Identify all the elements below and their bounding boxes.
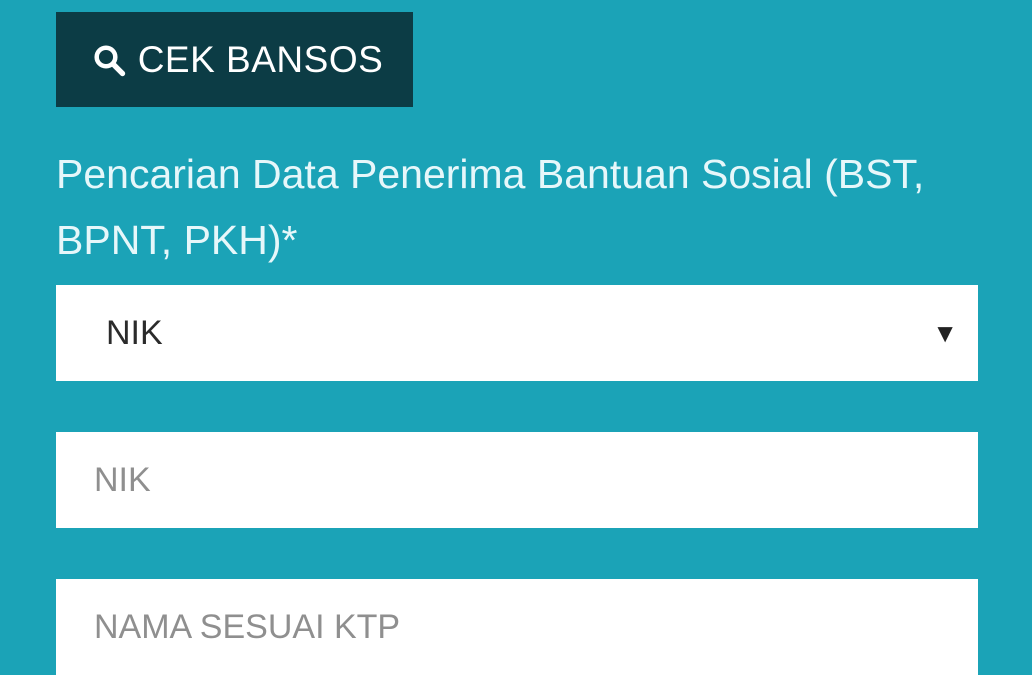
nik-input[interactable]: NIK xyxy=(56,432,978,528)
chevron-down-icon: ▼ xyxy=(932,317,958,348)
search-type-select[interactable]: NIK ▼ xyxy=(56,285,978,381)
search-type-value: NIK xyxy=(106,313,163,352)
cek-bansos-button[interactable]: CEK BANSOS xyxy=(56,12,413,107)
nama-placeholder: NAMA SESUAI KTP xyxy=(94,607,401,646)
nama-input[interactable]: NAMA SESUAI KTP xyxy=(56,579,978,675)
bansos-form: CEK BANSOS Pencarian Data Penerima Bantu… xyxy=(56,12,978,675)
nik-placeholder: NIK xyxy=(94,460,151,499)
cek-bansos-label: CEK BANSOS xyxy=(137,38,384,80)
search-label: Pencarian Data Penerima Bantuan Sosial (… xyxy=(56,151,925,263)
search-icon xyxy=(90,41,128,79)
